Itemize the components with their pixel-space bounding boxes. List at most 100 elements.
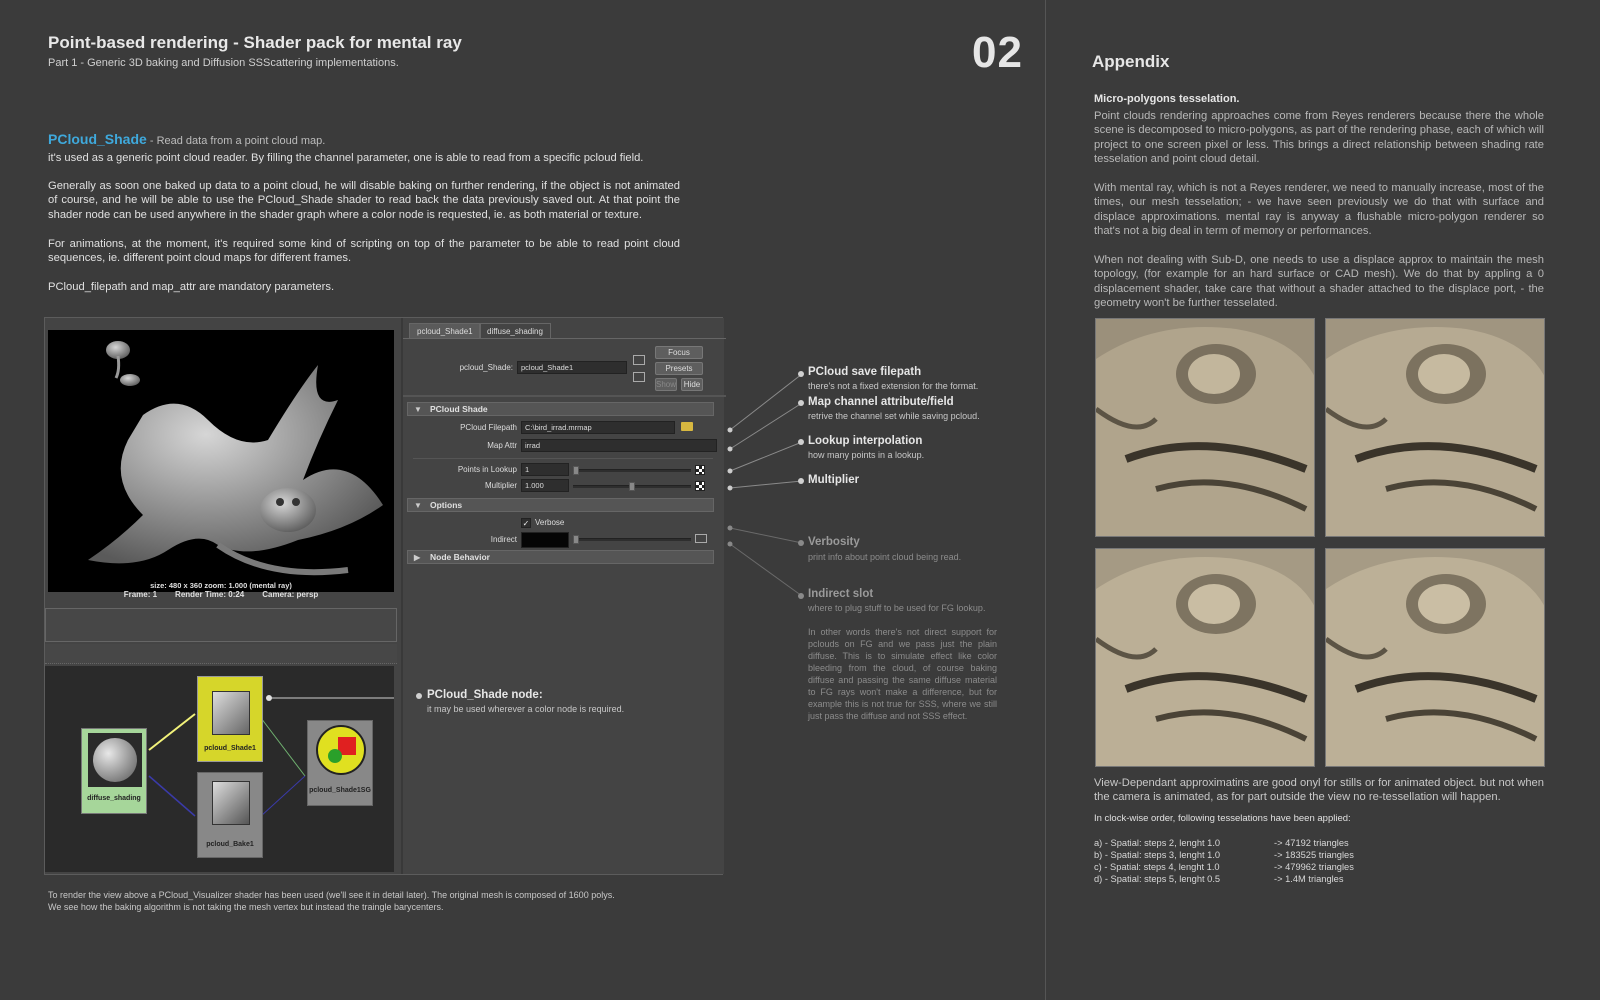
appendix-subtitle: Micro-polygons tesselation. [1094,93,1240,105]
maya-screenshot: size: 480 x 360 zoom: 1.000 (mental ray)… [44,317,726,875]
tessellation-list-intro: In clock-wise order, following tesselati… [1094,813,1351,824]
indirect-label: Indirect [490,535,517,544]
creature-closeup-image [1326,319,1544,536]
callout-desc: how many points in a lookup. [808,450,925,460]
tessellation-thumb-d [1095,548,1315,767]
collapse-icon: ▼ [414,405,422,414]
hypershade-graph[interactable]: pcloud_Shade1 diffuse_shading pcloud_Bak… [45,666,394,872]
list-item: b) - Spatial: steps 3, lenght 1.0 -> 1835… [1094,850,1354,860]
section-node-behavior[interactable]: ▶ Node Behavior [407,550,714,564]
render-time-readout: Render Time: 0:24 [175,590,245,599]
tab-diffuse-shading[interactable]: diffuse_shading [479,323,551,338]
callout-title: Multiplier [808,474,860,486]
intro-p1: it's used as a generic point cloud reade… [48,152,644,164]
page: Point-based rendering - Shader pack for … [0,0,1600,1000]
callout-leaders [727,373,803,597]
intro-heading: PCloud_Shade - Read data from a point cl… [48,131,678,149]
indirect-color-swatch[interactable] [521,532,569,548]
page-subtitle: Part 1 - Generic 3D baking and Diffusion… [48,57,399,69]
focus-button[interactable]: Focus [655,346,703,359]
section-options[interactable]: ▼ Options [407,498,714,512]
shader-tagline: - Read data from a point cloud map. [146,135,326,147]
callout-title: Map channel attribute/field [808,396,954,408]
footnote-line: To render the view above a PCloud_Visual… [48,890,615,900]
lookup-slider[interactable] [573,466,691,475]
slider-knob[interactable] [573,466,579,475]
callout-dot [798,540,804,546]
tessellation-list: a) - Spatial: steps 2, lenght 1.0 -> 4719… [1094,837,1394,885]
verbose-checkbox[interactable]: ✓ [521,518,531,528]
appendix-title: Appendix [1092,52,1170,71]
shader-name: PCloud_Shade [48,131,147,147]
collapse-icon: ▼ [414,501,422,510]
node-label: pcloud_Shade1SG [309,787,371,794]
slider-knob[interactable] [629,482,635,491]
input-connection-icon[interactable] [633,355,645,365]
callout-dot [798,439,804,445]
output-connection-icon[interactable] [633,372,645,382]
callout-desc: there's not a fixed extension for the fo… [808,381,979,391]
render-info: size: 480 x 360 zoom: 1.000 (mental ray) [150,581,292,590]
indirect-note: In other words there's not direct suppor… [808,627,997,721]
callout-dot [798,478,804,484]
appendix-p1: Point clouds rendering approaches come f… [1094,110,1544,166]
node-shading-group[interactable]: pcloud_Shade1SG [307,720,373,806]
slider-knob[interactable] [573,535,579,544]
node-pcloud-bake[interactable]: pcloud_Bake1 [197,772,263,858]
page-title: Point-based rendering - Shader pack for … [48,33,462,52]
mapattr-input[interactable]: irrad [521,439,717,452]
callout-desc: print info about point cloud being read. [808,552,962,562]
indirect-slider[interactable] [573,535,691,544]
footnote: To render the view above a PCloud_Visual… [48,889,615,913]
multiplier-input[interactable]: 1.000 [521,479,569,492]
page-number: 02 [972,28,1023,77]
node-name-field[interactable]: pcloud_Shade1 [517,361,627,374]
node-diffuse-shading[interactable]: diffuse_shading [81,728,147,814]
callout-dot [798,593,804,599]
section-pcloud-shade[interactable]: ▼ PCloud Shade [407,402,714,416]
show-button[interactable]: Show [655,378,677,391]
hypershade-toolbar [45,644,397,664]
list-item: d) - Spatial: steps 5, lenght 0.5 -> 1.4M… [1094,874,1344,884]
tab-pcloud-shade[interactable]: pcloud_Shade1 [409,323,481,338]
camera-readout: Camera: persp [262,590,319,599]
filepath-label: PCloud Filepath [460,423,517,432]
appendix-p4: View-Dependant approximatins are good on… [1094,777,1544,804]
empty-panel [45,608,397,642]
creature-closeup-image [1096,549,1314,766]
multiplier-slider[interactable] [573,482,691,491]
intro-p3: For animations, at the moment, it's requ… [48,238,680,265]
appendix-p2: With mental ray, which is not a Reyes re… [1094,182,1544,238]
lookup-input[interactable]: 1 [521,463,569,476]
callout-title: PCloud save filepath [808,366,922,378]
intro-p4: PCloud_filepath and map_attr are mandato… [48,281,335,293]
render-status-bar: Frame: 1 Render Time: 0:24 Camera: persp [51,590,391,599]
presets-button[interactable]: Presets [655,362,703,375]
folder-icon[interactable] [681,422,693,431]
expand-icon: ▶ [414,553,421,562]
callout-desc: where to plug stuff to be used for FG lo… [808,603,986,613]
node-label: diffuse_shading [87,795,141,802]
node-pcloud-shade[interactable]: pcloud_Shade1 [197,676,263,762]
tessellation-thumb-a [1095,318,1315,537]
bird-render-image [88,341,383,576]
footnote-line: We see how the baking algorithm is not t… [48,902,444,912]
callout-desc: it may be used wherever a color node is … [427,704,625,714]
multiplier-label: Multiplier [484,481,517,490]
render-view: size: 480 x 360 zoom: 1.000 (mental ray) [48,330,394,592]
verbose-label: Verbose [535,518,565,527]
tessellation-thumb-b [1325,318,1545,537]
shader-node-icon [212,691,250,735]
intro-p2: Generally as soon one baked up data to a… [48,180,680,221]
node-label: pcloud_Bake1 [206,841,254,848]
list-item: c) - Spatial: steps 4, lenght 1.0 -> 4799… [1094,862,1354,872]
callout-title: PCloud_Shade node: [427,689,543,701]
node-name-label: pcloud_Shade: [459,363,513,372]
callout-desc: retrive the channel set while saving pcl… [808,411,980,421]
callout-title: Lookup interpolation [808,435,923,447]
page-divider [1045,0,1046,1000]
shading-group-icon [316,725,366,775]
sphere-swatch [88,733,142,787]
filepath-input[interactable]: C:\bird_irrad.mrmap [521,421,675,434]
creature-closeup-image [1096,319,1314,536]
